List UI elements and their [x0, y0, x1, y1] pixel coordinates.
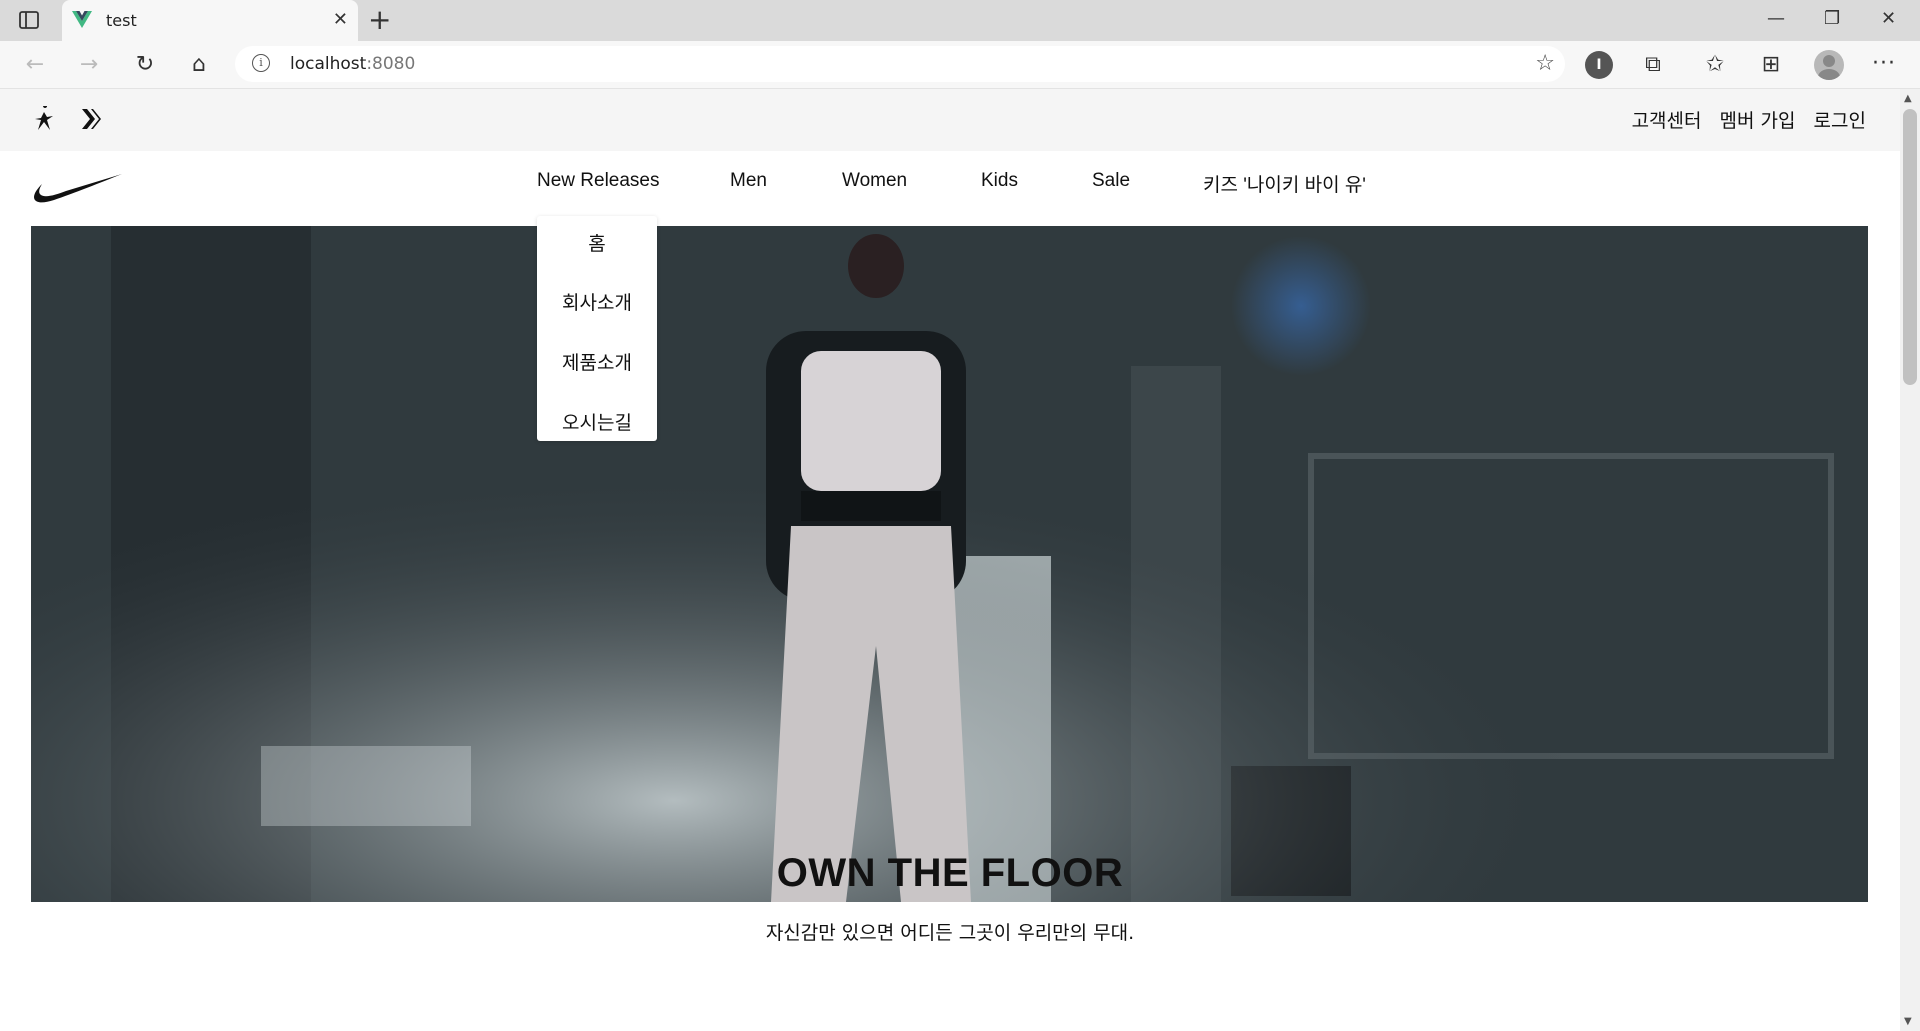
- dropdown-item-home[interactable]: 홈: [537, 229, 657, 256]
- more-icon[interactable]: ···: [1872, 51, 1896, 76]
- window-close-icon[interactable]: ✕: [1881, 8, 1896, 30]
- home-icon[interactable]: ⌂: [186, 52, 212, 78]
- arrow-right-icon[interactable]: →: [76, 52, 102, 78]
- vue-logo-icon: [72, 11, 92, 28]
- url-text: localhost:8080: [290, 54, 415, 74]
- dropdown-item-products[interactable]: 제품소개: [537, 348, 657, 375]
- nav-men[interactable]: Men: [730, 170, 767, 192]
- tab-actions-icon[interactable]: [18, 10, 40, 30]
- page-scrollbar[interactable]: ▲ ▼: [1900, 89, 1920, 1031]
- web-page: 고객센터 멤버 가입 로그인 New Releases Men Women Ki…: [0, 89, 1900, 1031]
- hero-subline: 자신감만 있으면 어디든 그곳이 우리만의 무대.: [765, 922, 1135, 944]
- member-join-link[interactable]: 멤버 가입: [1720, 110, 1796, 132]
- login-link[interactable]: 로그인: [1814, 110, 1866, 132]
- close-icon[interactable]: ✕: [333, 10, 348, 30]
- main-nav: New Releases Men Women Kids Sale 키즈 '나이키…: [0, 151, 1900, 215]
- nav-new-releases[interactable]: New Releases: [537, 170, 660, 192]
- hero-headline: OWN THE FLOOR: [776, 851, 1124, 895]
- utility-links: 고객센터 멤버 가입 로그인: [1620, 106, 1866, 133]
- restore-icon[interactable]: ❐: [1824, 8, 1840, 30]
- hero-scene: [31, 226, 1868, 902]
- url-port: :8080: [366, 54, 416, 74]
- arrow-left-icon[interactable]: ←: [22, 52, 48, 78]
- utility-bar: 고객센터 멤버 가입 로그인: [0, 89, 1900, 151]
- browser-tab[interactable]: test ✕: [62, 0, 358, 41]
- nav-sale[interactable]: Sale: [1092, 170, 1130, 192]
- url-input[interactable]: i localhost:8080 ☆: [235, 46, 1565, 82]
- info-icon[interactable]: i: [252, 54, 270, 72]
- minimize-icon[interactable]: —: [1767, 8, 1785, 30]
- hero-image: [31, 226, 1868, 902]
- tab-title: test: [106, 11, 137, 30]
- nav-kids-nike-by-you[interactable]: 키즈 '나이키 바이 유': [1203, 170, 1366, 197]
- new-releases-dropdown: 홈 회사소개 제품소개 오시는길: [537, 216, 657, 441]
- scroll-up-icon[interactable]: ▲: [1904, 93, 1912, 104]
- puzzle-icon[interactable]: ⧉: [1640, 52, 1666, 78]
- dropdown-item-company[interactable]: 회사소개: [537, 288, 657, 315]
- plus-icon[interactable]: +: [368, 4, 391, 36]
- refresh-icon[interactable]: ↻: [132, 52, 158, 78]
- address-bar: ← → ↻ ⌂ i localhost:8080 ☆ I ⧉ ✩ ⊞ ···: [0, 41, 1920, 89]
- nav-kids[interactable]: Kids: [981, 170, 1018, 192]
- customer-center-link[interactable]: 고객센터: [1632, 110, 1702, 132]
- nav-women[interactable]: Women: [842, 170, 907, 192]
- star-plus-icon[interactable]: ☆: [1535, 52, 1555, 76]
- scroll-thumb[interactable]: [1903, 109, 1917, 385]
- url-host: localhost: [290, 54, 367, 74]
- converse-logo-icon[interactable]: [78, 106, 102, 132]
- scroll-down-icon[interactable]: ▼: [1904, 1016, 1912, 1027]
- dropdown-item-directions[interactable]: 오시는길: [537, 408, 657, 435]
- favorites-icon[interactable]: ✩: [1702, 52, 1728, 78]
- collections-icon[interactable]: ⊞: [1758, 52, 1784, 78]
- jordan-logo-icon[interactable]: [32, 106, 56, 132]
- reader-extension-icon[interactable]: I: [1585, 51, 1613, 79]
- nike-swoosh-icon[interactable]: [32, 172, 124, 206]
- browser-tab-bar: test ✕ + — ❐ ✕: [0, 0, 1920, 41]
- profile-icon[interactable]: [1814, 50, 1844, 80]
